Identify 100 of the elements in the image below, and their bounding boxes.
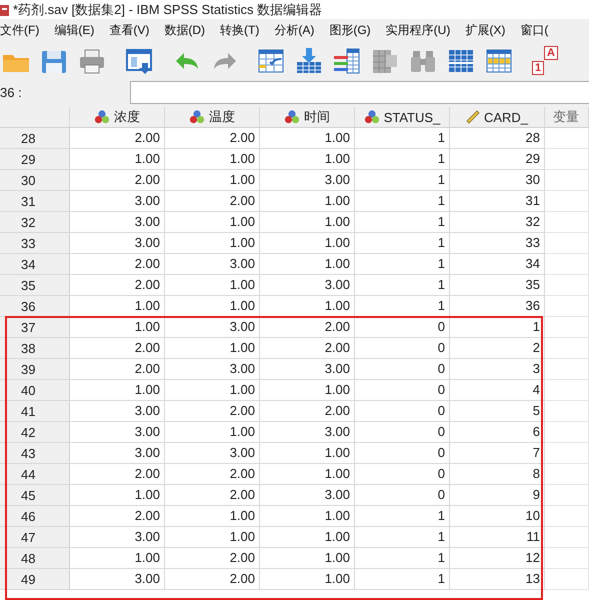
table-cell: 7	[450, 443, 545, 464]
table-cell: 0	[355, 443, 450, 464]
ruler-icon	[466, 110, 480, 124]
table-cell: 1.00	[260, 527, 355, 548]
table-cell: 3.00	[260, 170, 355, 191]
table-cell: 1	[355, 254, 450, 275]
row-number[interactable]: 42	[0, 422, 70, 443]
table-cell: 28	[450, 128, 545, 149]
three-circles-icon	[94, 110, 110, 124]
table-cell: 3.00	[260, 422, 355, 443]
table-cell: 1.00	[260, 128, 355, 149]
printer-icon[interactable]	[78, 46, 106, 74]
table-cell: 1.00	[70, 548, 165, 569]
table-cell: 2.00	[165, 191, 260, 212]
table-cell: 2.00	[260, 401, 355, 422]
table-cell: 1	[355, 275, 450, 296]
table-cell: 1.00	[260, 149, 355, 170]
row-number[interactable]: 40	[0, 380, 70, 401]
table-cell: 0	[355, 338, 450, 359]
table-cell: 0	[355, 401, 450, 422]
table-cell: 32	[450, 212, 545, 233]
cell-value-field[interactable]	[130, 80, 589, 104]
table-down-arrow-icon[interactable]	[295, 46, 323, 74]
table-cell: 2.00	[70, 338, 165, 359]
row-number[interactable]: 30	[0, 170, 70, 191]
row-number[interactable]: 36	[0, 296, 70, 317]
table-cell: 0	[355, 317, 450, 338]
menu-item[interactable]: 文件(F)	[0, 22, 40, 38]
row-number[interactable]: 37	[0, 317, 70, 338]
row-number[interactable]: 41	[0, 401, 70, 422]
row-number[interactable]: 28	[0, 128, 70, 149]
row-number[interactable]: 29	[0, 149, 70, 170]
column-header[interactable]: 温度	[165, 107, 260, 128]
row-number[interactable]: 34	[0, 254, 70, 275]
column-header[interactable]: 时间	[260, 107, 355, 128]
table-cell: 1.00	[165, 275, 260, 296]
table-cell: 0	[355, 464, 450, 485]
row-number[interactable]: 46	[0, 506, 70, 527]
row-number[interactable]: 35	[0, 275, 70, 296]
menu-item[interactable]: 图形(G)	[329, 22, 371, 38]
three-circles-icon	[364, 110, 380, 124]
table-cell: 3.00	[165, 359, 260, 380]
table-cell: 3.00	[70, 191, 165, 212]
row-number[interactable]: 44	[0, 464, 70, 485]
table-cell: 2.00	[70, 170, 165, 191]
table-cell: 2.00	[165, 485, 260, 506]
table-cell: 2.00	[165, 128, 260, 149]
table-cell: 3.00	[165, 443, 260, 464]
table-cell: 1.00	[70, 485, 165, 506]
menu-item[interactable]: 转换(T)	[220, 22, 260, 38]
table-cell: 1	[355, 527, 450, 548]
table-cell: 1.00	[165, 149, 260, 170]
row-number[interactable]: 38	[0, 338, 70, 359]
table-cell: 0	[355, 422, 450, 443]
table-cell: 3.00	[165, 254, 260, 275]
row-number[interactable]: 48	[0, 548, 70, 569]
row-number[interactable]: 45	[0, 485, 70, 506]
menu-item[interactable]: 分析(A)	[274, 22, 314, 38]
menu-item[interactable]: 数据(D)	[164, 22, 205, 38]
table-cell: 1.00	[165, 233, 260, 254]
menu-item[interactable]: 扩展(X)	[465, 22, 506, 38]
table-cell: 2.00	[70, 506, 165, 527]
menu-item[interactable]: 查看(V)	[109, 22, 150, 38]
row-number[interactable]: 47	[0, 527, 70, 548]
column-header[interactable]: STATUS_	[355, 107, 450, 128]
menu-item[interactable]: 实用程序(U)	[386, 22, 450, 38]
table-cell: 3.00	[165, 317, 260, 338]
three-circles-icon	[189, 110, 205, 124]
table-cell: 1	[355, 170, 450, 191]
menu-item[interactable]: 编辑(E)	[54, 22, 94, 38]
column-header[interactable]: 变量	[545, 107, 589, 128]
table-cell: 34	[450, 254, 545, 275]
menu-item[interactable]: 窗口(	[520, 22, 548, 38]
column-header[interactable]: 浓度	[70, 107, 165, 128]
table-icon[interactable]	[485, 46, 513, 74]
table-cell: 1.00	[165, 170, 260, 191]
table-cell: 2.00	[70, 254, 165, 275]
row-number[interactable]: 43	[0, 443, 70, 464]
three-circles-icon	[284, 110, 300, 124]
table-cell: 1.00	[260, 254, 355, 275]
table-cell: 31	[450, 191, 545, 212]
table-cell: 1.00	[260, 212, 355, 233]
table-cell: 1.00	[70, 380, 165, 401]
table-cell: 0	[355, 380, 450, 401]
row-number[interactable]: 49	[0, 569, 70, 590]
table-cell: 1.00	[165, 527, 260, 548]
table-cell: 2.00	[260, 317, 355, 338]
table-cell: 1	[355, 212, 450, 233]
table-cell: 0	[355, 359, 450, 380]
row-number[interactable]: 31	[0, 191, 70, 212]
row-number[interactable]: 33	[0, 233, 70, 254]
row-number[interactable]: 32	[0, 212, 70, 233]
table-cell: 1	[355, 506, 450, 527]
row-number[interactable]: 39	[0, 359, 70, 380]
window-arrow-icon[interactable]	[125, 46, 153, 74]
table-cell: 8	[450, 464, 545, 485]
column-header[interactable]: CARD_	[450, 107, 545, 128]
table-cell: 2.00	[260, 338, 355, 359]
table-cell: 1.00	[260, 464, 355, 485]
variable-list-icon[interactable]	[333, 46, 361, 74]
